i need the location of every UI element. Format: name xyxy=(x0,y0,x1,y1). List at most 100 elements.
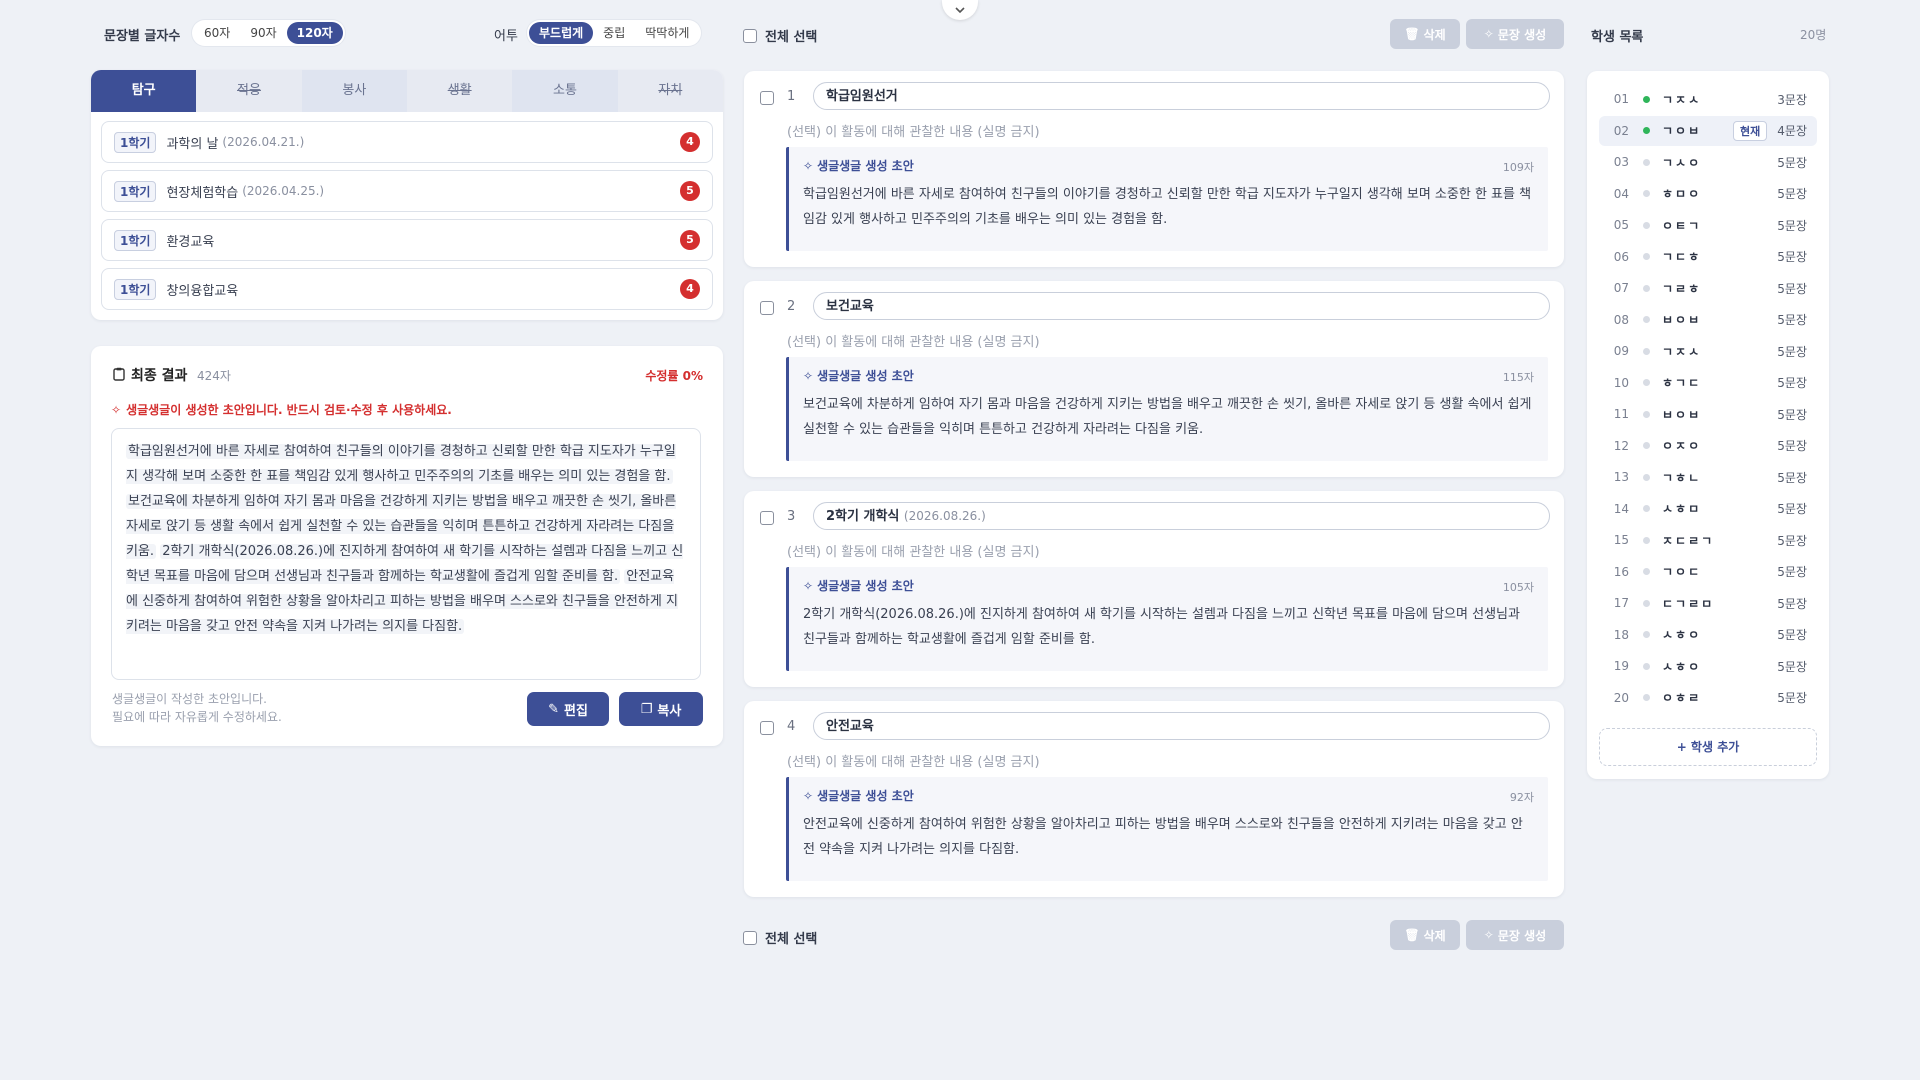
final-text-box[interactable]: 학급임원선거에 바른 자세로 참여하여 친구들의 이야기를 경청하고 신뢰할 만… xyxy=(111,428,701,680)
draft-label: 생글생글 생성 초안 xyxy=(817,369,914,383)
observation-placeholder[interactable]: (선택) 이 활동에 대해 관찰한 내용 (실명 금지) xyxy=(787,541,1040,560)
student-name: ㅅㅎㅇ xyxy=(1662,659,1702,674)
activity-item[interactable]: 1학기 창의융합교육 4 xyxy=(101,268,713,310)
status-dot xyxy=(1643,379,1650,386)
delete-button-top[interactable]: 🗑 삭제 xyxy=(1390,19,1460,49)
count-badge: 5 xyxy=(680,181,700,201)
student-name: ㄱㅎㄴ xyxy=(1662,470,1702,485)
activity-item[interactable]: 1학기 환경교육 5 xyxy=(101,219,713,261)
student-row[interactable]: 12 ㅇㅈㅇ 5문장 xyxy=(1599,431,1817,461)
student-name: ㅇㅎㄹ xyxy=(1662,691,1702,705)
student-number: 15 xyxy=(1613,533,1629,547)
tab-4[interactable]: 소통 xyxy=(512,70,618,112)
generate-button-bottom[interactable]: ✧ 문장 생성 xyxy=(1466,920,1564,950)
student-row[interactable]: 07 ㄱㄹㅎ 5문장 xyxy=(1599,273,1817,303)
student-row[interactable]: 20 ㅇㅎㄹ 5문장 xyxy=(1599,683,1817,713)
activity-name: 환경교육 xyxy=(166,234,215,250)
edit-button[interactable]: ✎ 편집 xyxy=(527,692,609,726)
student-row[interactable]: 06 ㄱㄷㅎ 5문장 xyxy=(1599,242,1817,272)
status-dot xyxy=(1643,599,1650,607)
student-number: 09 xyxy=(1613,344,1629,358)
observation-placeholder[interactable]: (선택) 이 활동에 대해 관찰한 내용 (실명 금지) xyxy=(787,751,1040,770)
sentence-title-field[interactable]: 안전교육 xyxy=(813,712,1550,740)
student-number: 13 xyxy=(1613,470,1629,484)
sentence-checkbox[interactable] xyxy=(760,301,774,315)
tab-2[interactable]: 봉사 xyxy=(301,70,407,112)
draft-box: ✧ 생글생글 생성 초안 92자 안전교육에 신중하게 참여하여 위험한 상황을 알아… xyxy=(786,777,1548,881)
length-label: 문장별 글자수 xyxy=(104,29,181,44)
activity-name: 창의융합교육 xyxy=(166,283,239,299)
student-row[interactable]: 03 ㄱㅅㅇ 5문장 xyxy=(1599,147,1817,177)
student-row[interactable]: 13 ㄱㅎㄴ 5문장 xyxy=(1599,462,1817,492)
collapse-toggle[interactable] xyxy=(942,0,978,20)
sentence-number: 4 xyxy=(787,719,796,734)
student-name: ㅈㄷㄹㄱ xyxy=(1662,533,1715,548)
student-row[interactable]: 19 ㅅㅎㅇ 5문장 xyxy=(1599,651,1817,681)
student-row[interactable]: 10 ㅎㄱㄷ 5문장 xyxy=(1599,368,1817,398)
sparkle-icon: ✧ xyxy=(803,368,814,383)
student-row[interactable]: 11 ㅂㅇㅂ 5문장 xyxy=(1599,399,1817,429)
tab-3[interactable]: 생활 xyxy=(406,70,513,112)
student-row[interactable]: 04 ㅎㅁㅇ 5문장 xyxy=(1599,179,1817,209)
sentence-date: (2026.08.26.) xyxy=(903,509,986,523)
select-all-bottom[interactable]: 전체 선택 xyxy=(743,928,817,947)
copy-button[interactable]: ❐ 복사 xyxy=(619,692,703,726)
delete-button-bottom[interactable]: 🗑 삭제 xyxy=(1390,920,1460,950)
student-name: ㄷㄱㄹㅁ xyxy=(1662,596,1715,611)
tab-0[interactable]: 탐구 xyxy=(91,70,197,112)
student-row[interactable]: 08 ㅂㅇㅂ 5문장 xyxy=(1599,305,1817,335)
student-name: ㄱㅇㄷ xyxy=(1662,565,1702,579)
student-list-panel: 01 ㄱㅈㅅ 3문장 02 ㄱㅇㅂ 현재 4문장 03 ㄱㅅㅇ 5문장 04 ㅎㅁㅇ 5문장 05 ㅇㅌㄱ 5… xyxy=(1587,71,1829,779)
draft-text[interactable]: 학급임원선거에 바른 자세로 참여하여 친구들의 이야기를 경청하고 신뢰할 만… xyxy=(803,182,1534,232)
sentence-title-field[interactable]: 보건교육 xyxy=(813,292,1550,320)
student-name: ㅅㅎㅁ xyxy=(1662,502,1702,516)
tab-1[interactable]: 적응 xyxy=(196,70,302,112)
observation-placeholder[interactable]: (선택) 이 활동에 대해 관찰한 내용 (실명 금지) xyxy=(787,331,1040,350)
sentence-title: 학급임원선거 xyxy=(826,89,898,104)
length-option[interactable]: 120자 xyxy=(286,22,343,44)
select-all-top[interactable]: 전체 선택 xyxy=(743,26,817,45)
select-all-checkbox[interactable] xyxy=(743,930,757,945)
select-all-checkbox[interactable] xyxy=(743,28,757,43)
edit-rate: 수정률 0% xyxy=(645,369,703,383)
draft-text[interactable]: 2학기 개학식(2026.08.26.)에 진지하게 참여하여 새 학기를 시작… xyxy=(803,602,1534,652)
student-row[interactable]: 16 ㄱㅇㄷ 5문장 xyxy=(1599,557,1817,587)
draft-text[interactable]: 보건교육에 차분하게 임하여 자기 몸과 마음을 건강하게 지키는 방법을 배우… xyxy=(803,392,1534,442)
activity-item[interactable]: 1학기 과학의 날 (2026.04.21.) 4 xyxy=(101,121,713,163)
student-row[interactable]: 02 ㄱㅇㅂ 현재 4문장 xyxy=(1599,115,1817,146)
status-dot xyxy=(1643,316,1650,323)
generate-button-top[interactable]: ✧ 문장 생성 xyxy=(1466,19,1564,49)
length-option[interactable]: 90자 xyxy=(240,22,286,44)
student-name: ㅇㅈㅇ xyxy=(1662,439,1702,453)
student-number: 16 xyxy=(1613,564,1629,579)
student-number: 05 xyxy=(1613,218,1629,232)
student-row[interactable]: 14 ㅅㅎㅁ 5문장 xyxy=(1599,494,1817,524)
student-row[interactable]: 18 ㅅㅎㅇ 5문장 xyxy=(1599,620,1817,650)
draft-text[interactable]: 안전교육에 신중하게 참여하여 위험한 상황을 알아차리고 피하는 방법을 배우… xyxy=(803,812,1534,862)
category-tabs: 탐구 적응 봉사 생활 소통 자치 xyxy=(91,70,723,112)
student-name: ㅎㅁㅇ xyxy=(1662,187,1702,201)
tone-option[interactable]: 중립 xyxy=(593,22,635,44)
sentence-checkbox[interactable] xyxy=(760,721,774,735)
sentence-count: 5문장 xyxy=(1777,659,1807,674)
observation-placeholder[interactable]: (선택) 이 활동에 대해 관찰한 내용 (실명 금지) xyxy=(787,121,1040,140)
edit-button-label: 편집 xyxy=(563,703,588,719)
student-row[interactable]: 17 ㄷㄱㄹㅁ 5문장 xyxy=(1599,588,1817,618)
student-row[interactable]: 15 ㅈㄷㄹㄱ 5문장 xyxy=(1599,525,1817,555)
status-dot xyxy=(1643,221,1650,229)
sentence-checkbox[interactable] xyxy=(760,91,774,105)
status-dot xyxy=(1643,473,1650,481)
student-row[interactable]: 05 ㅇㅌㄱ 5문장 xyxy=(1599,210,1817,240)
add-student-button[interactable]: + 학생 추가 xyxy=(1599,728,1817,766)
sentence-title-field[interactable]: 2학기 개학식 (2026.08.26.) xyxy=(813,502,1550,530)
length-option[interactable]: 60자 xyxy=(194,22,240,44)
tone-option[interactable]: 부드럽게 xyxy=(529,22,594,44)
sentence-title-field[interactable]: 학급임원선거 xyxy=(813,82,1550,110)
student-row[interactable]: 09 ㄱㅈㅅ 5문장 xyxy=(1599,336,1817,366)
tab-5[interactable]: 자치 xyxy=(617,70,723,112)
tone-option[interactable]: 딱딱하게 xyxy=(635,22,699,44)
student-row[interactable]: 01 ㄱㅈㅅ 3문장 xyxy=(1599,84,1817,114)
activity-item[interactable]: 1학기 현장체험학습 (2026.04.25.) 5 xyxy=(101,170,713,212)
final-title: 최종 결과 xyxy=(131,368,188,384)
sentence-checkbox[interactable] xyxy=(760,511,774,525)
